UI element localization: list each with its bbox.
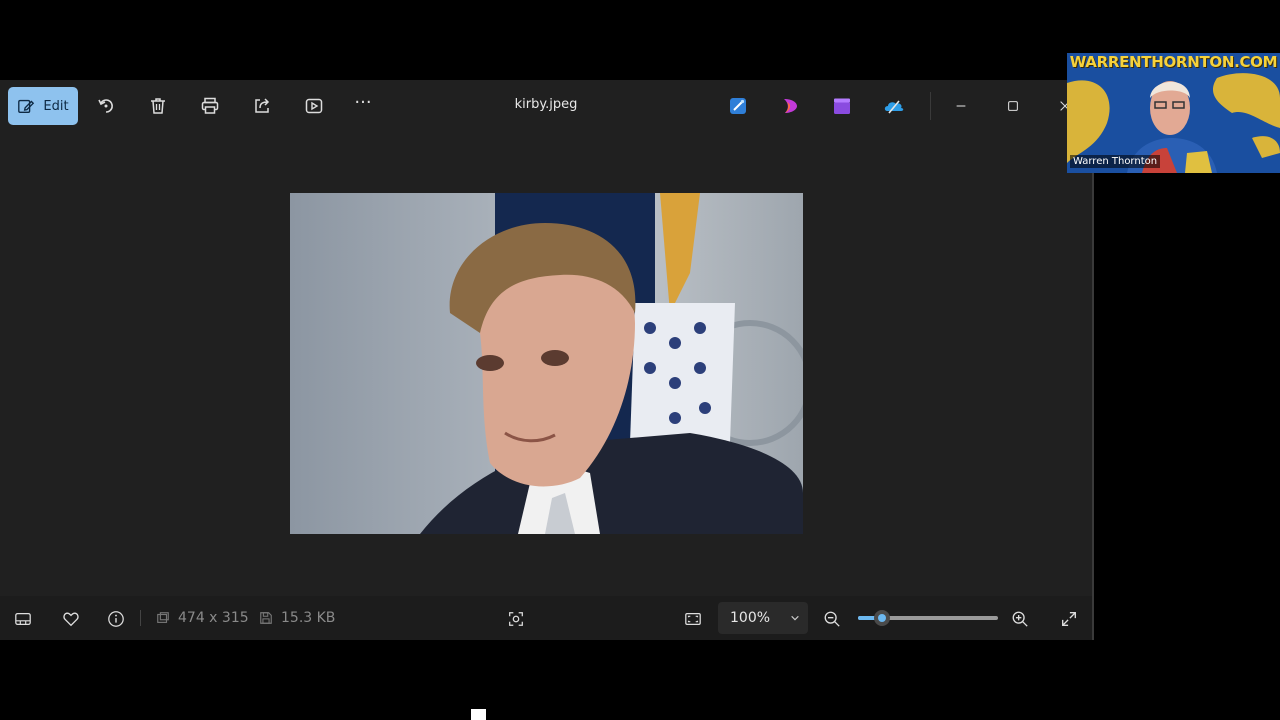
delete-button[interactable]	[146, 94, 170, 118]
top-toolbar: Edit ··· kirby.jpeg	[0, 80, 1092, 132]
file-info-button[interactable]	[105, 608, 127, 630]
chevron-down-icon	[791, 615, 799, 621]
rotate-button[interactable]	[94, 94, 118, 118]
share-icon	[255, 98, 270, 113]
zoom-slider[interactable]	[858, 610, 998, 626]
displayed-photo[interactable]	[290, 193, 803, 534]
dimensions-icon	[157, 612, 169, 623]
heart-icon	[63, 612, 79, 627]
bottom-toolbar: 474 x 315 15.3 KB 100%	[0, 596, 1092, 640]
trash-icon	[151, 98, 165, 114]
info-icon	[108, 611, 124, 627]
filmstrip-button[interactable]	[12, 608, 34, 630]
clipchamp-icon	[784, 99, 797, 113]
visual-search-button[interactable]	[505, 608, 527, 630]
zoom-out-button[interactable]	[821, 608, 843, 630]
share-button[interactable]	[250, 94, 274, 118]
image-dimensions: 474 x 315	[156, 610, 249, 626]
zoom-out-icon	[824, 611, 840, 627]
expand-icon	[1062, 612, 1076, 626]
zoom-in-icon	[1012, 611, 1028, 627]
photos-app-window: Edit ··· kirby.jpeg 474 x 315 15.3 KB 10…	[0, 80, 1094, 640]
designer-app-button[interactable]	[727, 95, 749, 117]
video-editor-app-button[interactable]	[831, 95, 853, 117]
mouse-cursor	[471, 709, 486, 720]
zoom-level-dropdown[interactable]: 100%	[718, 602, 808, 634]
zoom-in-button[interactable]	[1009, 608, 1031, 630]
more-icon: ···	[354, 91, 372, 113]
webcam-overlay: WARRENTHORNTON.COM Warren Thornton	[1067, 53, 1280, 173]
file-size-text: 15.3 KB	[281, 610, 336, 626]
zoom-slider-thumb[interactable]	[873, 610, 890, 626]
dimensions-text: 474 x 315	[178, 610, 249, 626]
webcam-participant-name: Warren Thornton	[1070, 155, 1161, 168]
file-name-title: kirby.jpeg	[514, 97, 578, 112]
zoom-level-value: 100%	[730, 610, 771, 626]
more-options-button[interactable]: ···	[351, 90, 375, 114]
photo-illustration	[290, 193, 803, 534]
maximize-button[interactable]	[1001, 94, 1025, 118]
slideshow-button[interactable]	[302, 94, 326, 118]
full-screen-button[interactable]	[1058, 608, 1080, 630]
fit-to-window-button[interactable]	[682, 608, 704, 630]
minimize-button[interactable]	[949, 94, 973, 118]
floppy-disk-icon	[260, 612, 272, 624]
print-button[interactable]	[198, 94, 222, 118]
favorite-button[interactable]	[60, 608, 82, 630]
clipchamp-app-button[interactable]	[779, 95, 801, 117]
rotate-icon	[98, 99, 113, 113]
onedrive-app-button[interactable]	[883, 95, 905, 117]
toolbar-divider	[930, 92, 931, 120]
minimize-icon	[956, 105, 966, 107]
designer-icon	[730, 98, 746, 114]
fit-window-icon	[685, 612, 701, 626]
bottombar-divider	[140, 610, 141, 626]
webcam-brand-banner: WARRENTHORNTON.COM	[1069, 53, 1278, 71]
clapperboard-icon	[834, 98, 850, 114]
edit-button[interactable]: Edit	[8, 87, 78, 125]
filmstrip-icon	[15, 612, 31, 626]
play-icon	[305, 98, 323, 114]
edit-image-icon	[18, 99, 35, 113]
onedrive-cloud-icon	[884, 100, 904, 114]
printer-icon	[201, 97, 219, 114]
maximize-icon	[1008, 101, 1018, 111]
file-size: 15.3 KB	[259, 610, 335, 626]
scan-icon	[509, 612, 523, 626]
edit-label: Edit	[43, 98, 69, 114]
